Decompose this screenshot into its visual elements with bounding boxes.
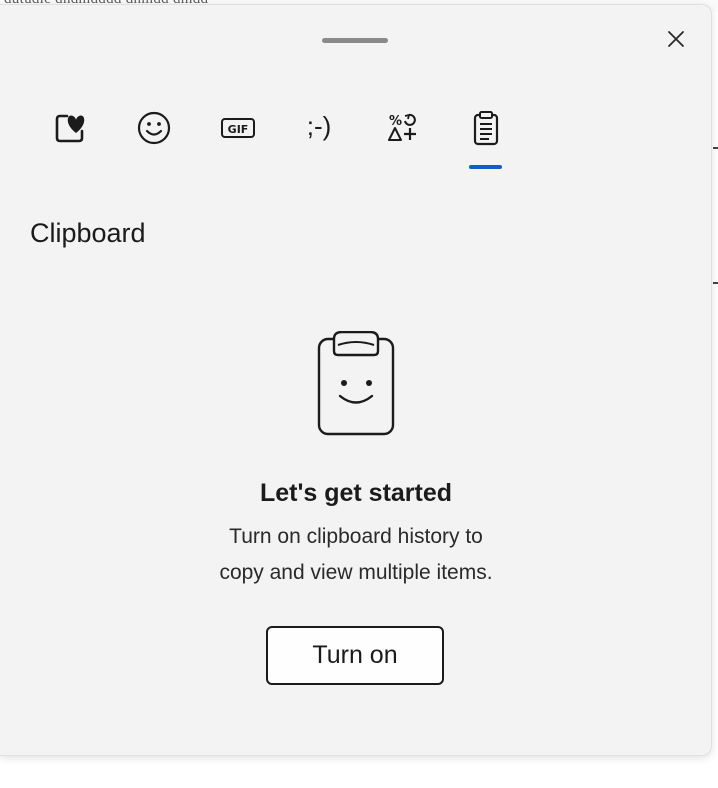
- tab-emoji[interactable]: [125, 101, 181, 157]
- tab-favorites[interactable]: [42, 101, 98, 157]
- background-edge-tick: [713, 147, 718, 149]
- gif-label: GIF: [228, 123, 249, 136]
- smiley-icon: [137, 111, 171, 145]
- emoji-clipboard-panel: GIF ;-) % Clipboard Let's get started Tu…: [0, 4, 712, 756]
- empty-state-heading: Let's get started: [259, 479, 453, 507]
- clipboard-smiley-illustration: [317, 331, 395, 436]
- background-edge-tick: [713, 282, 718, 284]
- symbols-icon: %: [388, 113, 416, 141]
- drag-handle[interactable]: [322, 38, 388, 43]
- close-icon: [668, 31, 684, 47]
- empty-state-description-line2: copy and view multiple items.: [219, 561, 493, 584]
- turn-on-button[interactable]: Turn on: [266, 626, 444, 685]
- empty-state-description-line1: Turn on clipboard history to: [229, 525, 483, 548]
- gif-icon: GIF: [221, 118, 255, 138]
- tab-symbols[interactable]: %: [374, 101, 430, 157]
- tab-clipboard[interactable]: [457, 101, 513, 157]
- tab-kaomoji[interactable]: ;-): [291, 101, 347, 157]
- clipboard-icon: [473, 111, 499, 146]
- tab-gif[interactable]: GIF: [208, 101, 264, 157]
- section-title: Clipboard: [30, 218, 146, 248]
- kaomoji-icon: ;-): [306, 111, 332, 141]
- heart-square-icon: [55, 114, 85, 143]
- svg-text:%: %: [389, 114, 402, 129]
- selected-tab-indicator: [469, 165, 502, 169]
- close-button[interactable]: [658, 21, 694, 57]
